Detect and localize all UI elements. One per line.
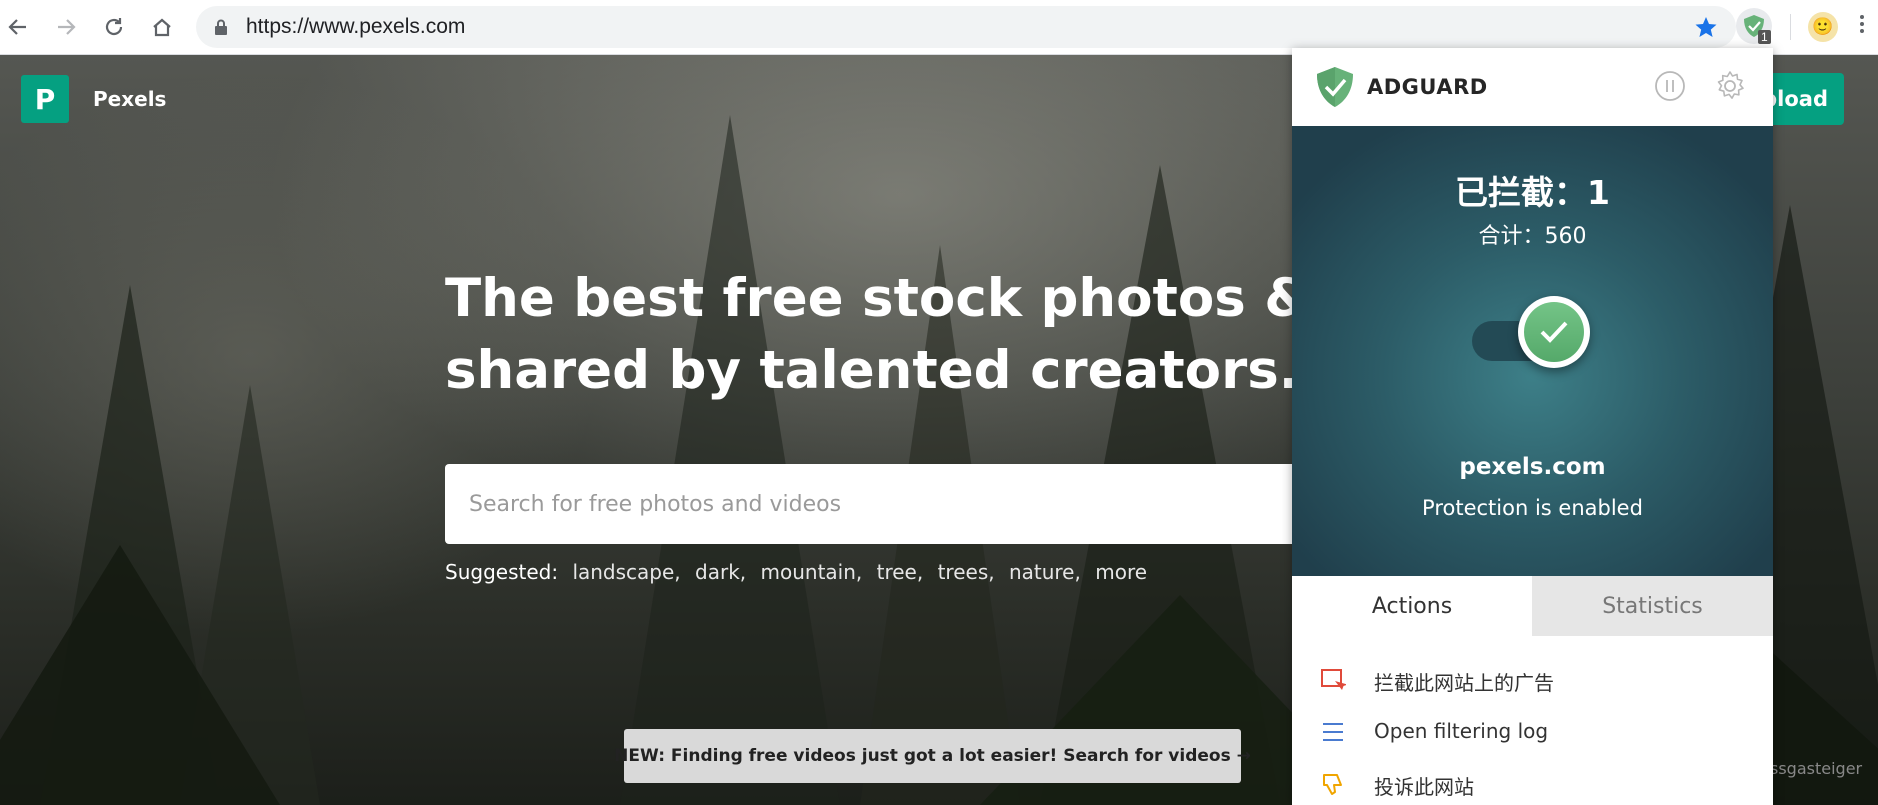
suggested-tag-mountain[interactable]: mountain, [761, 560, 863, 584]
toolbar-separator [1790, 14, 1791, 40]
action-report-site-label: 投诉此网站 [1374, 775, 1474, 799]
pexels-brand-text[interactable]: Pexels [93, 87, 166, 111]
total-blocked-count: 合计：560 [1478, 224, 1587, 249]
adguard-brand-name: ADGUARD [1367, 75, 1488, 99]
action-open-filtering-log-label: Open filtering log [1374, 719, 1549, 743]
suggested-tag-nature[interactable]: nature, [1009, 560, 1081, 584]
home-button[interactable] [148, 13, 176, 41]
url-text: https://www.pexels.com [246, 15, 466, 38]
suggested-tag-more[interactable]: more [1095, 560, 1147, 584]
suggested-tag-landscape[interactable]: landscape, [572, 560, 680, 584]
extension-badge: 1 [1758, 30, 1771, 44]
address-bar[interactable]: https://www.pexels.com [196, 6, 1736, 48]
protection-status-panel: 已拦截：1 合计：560 pexels.com Protection is en… [1292, 126, 1773, 576]
browser-toolbar: https://www.pexels.com 1 🙂 [0, 0, 1878, 55]
tab-actions-label: Actions [1371, 593, 1453, 619]
tab-actions[interactable]: Actions [1292, 576, 1532, 636]
home-icon [153, 18, 171, 37]
filtering-log-icon [1323, 723, 1343, 741]
adguard-logo-icon [1317, 67, 1353, 107]
adguard-popup: ADGUARD 已拦截：1 合计：560 pexels.com Protecti… [1292, 48, 1773, 805]
back-button[interactable] [4, 13, 32, 41]
tab-statistics-label: Statistics [1602, 593, 1703, 619]
pause-protection-icon[interactable] [1654, 70, 1686, 102]
profile-avatar[interactable]: 🙂 [1808, 12, 1838, 42]
forward-button[interactable] [52, 13, 80, 41]
suggested-tag-trees[interactable]: trees, [938, 560, 995, 584]
bookmark-star-icon[interactable] [1694, 15, 1718, 39]
thumbs-down-icon [1323, 774, 1342, 795]
suggested-tag-dark[interactable]: dark, [695, 560, 746, 584]
action-block-ads-label: 拦截此网站上的广告 [1374, 671, 1554, 695]
hero-title-line-1: The best free stock photos & videos [445, 268, 1524, 329]
suggested-searches: Suggested: landscape, dark, mountain, tr… [445, 560, 1147, 584]
current-site-domain: pexels.com [1459, 454, 1606, 480]
protection-toggle[interactable] [1518, 296, 1590, 368]
blocked-count: 已拦截：1 [1455, 173, 1610, 212]
search-input[interactable] [445, 464, 1305, 544]
videos-announcement-banner[interactable]: NEW: Finding free videos just got a lot … [614, 729, 1251, 783]
action-open-filtering-log[interactable]: Open filtering log [1292, 707, 1773, 757]
avatar-face-icon: 🙂 [1812, 17, 1834, 37]
hero-title: The best free stock photos & videos shar… [445, 263, 1524, 407]
adguard-header: ADGUARD [1292, 48, 1773, 126]
reload-icon [105, 18, 123, 36]
search-box [445, 464, 1305, 544]
pexels-logo[interactable]: P [21, 75, 69, 123]
pexels-logo-letter: P [34, 82, 56, 116]
suggested-label: Suggested: [445, 560, 559, 584]
popup-tabs: Actions Statistics [1292, 576, 1773, 636]
lock-icon [215, 19, 227, 35]
arrow-left-icon [8, 19, 26, 35]
protection-status-text: Protection is enabled [1422, 496, 1643, 520]
tab-statistics[interactable]: Statistics [1532, 576, 1773, 636]
action-block-ads[interactable]: 拦截此网站上的广告 [1292, 655, 1773, 705]
hero-title-line-2: shared by talented creators. [445, 340, 1299, 401]
arrow-right-icon [58, 19, 76, 35]
reload-button[interactable] [100, 13, 128, 41]
photo-credit[interactable]: ssgasteiger [1770, 759, 1862, 778]
block-ad-icon [1321, 669, 1346, 690]
suggested-tag-tree[interactable]: tree, [877, 560, 924, 584]
banner-text: NEW: Finding free videos just got a lot … [614, 746, 1251, 766]
action-report-site[interactable]: 投诉此网站 [1292, 759, 1773, 805]
browser-menu-button[interactable] [1860, 12, 1866, 36]
checkmark-icon [1540, 321, 1568, 343]
settings-gear-icon[interactable] [1713, 69, 1747, 103]
